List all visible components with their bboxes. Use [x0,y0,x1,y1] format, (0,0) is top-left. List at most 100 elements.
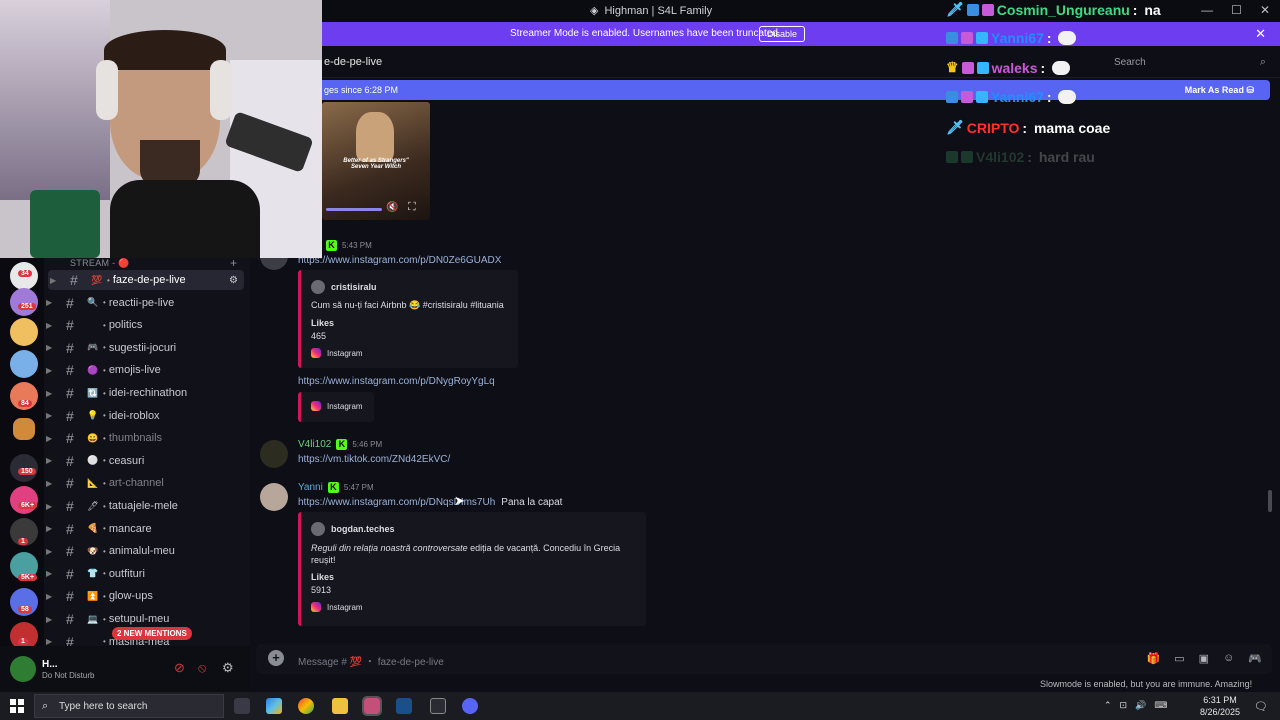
apps-icon[interactable]: 🎮 [1248,652,1262,665]
expand-arrow-icon[interactable]: ▶ [46,366,58,375]
instagram-embed[interactable]: bogdan.teches Reguli din relația noastră… [298,512,646,626]
message-author[interactable]: Yanni [298,482,323,493]
video-progress-bar[interactable] [326,208,382,211]
channel-item[interactable]: ▶ # 🐶 • animalul-meu [44,541,244,561]
search-icon: ⌕ [42,700,49,712]
category-stream[interactable]: STREAM - 🔴 [70,258,130,269]
stream-chat-overlay: 🗡 Cosmin_Ungureanu: na Yanni67: ♛ waleks… [946,0,1246,170]
user-avatar[interactable] [10,656,36,682]
expand-arrow-icon[interactable]: ▶ [46,456,58,465]
chat-scrollbar[interactable] [1268,490,1272,512]
attach-plus-icon[interactable]: + [268,650,284,666]
sticker-icon[interactable]: ▣ [1199,652,1209,665]
message-link[interactable]: https://www.instagram.com/p/DNygRoyYgLq [298,376,495,387]
expand-arrow-icon[interactable]: ▶ [46,343,58,352]
mute-mic-icon[interactable]: ⊘ [174,660,185,676]
new-mentions-badge[interactable]: 2 NEW MENTIONS [112,627,192,640]
channel-settings-icon[interactable]: ⚙ [229,275,238,286]
message-link[interactable]: https://www.instagram.com/p/DN0Ze6GUADX [298,255,501,266]
expand-arrow-icon[interactable]: ▶ [46,637,58,646]
file-explorer-icon[interactable] [332,698,348,714]
channel-item[interactable]: ▶ # 💻 • setupul-meu [44,609,244,629]
streaming-app-icon[interactable] [362,696,382,716]
channel-item[interactable]: ▶ # 🔍 • reactii-pe-live [44,293,244,313]
video-embed[interactable]: Better of as Strangers" Seven Year Witch… [322,102,430,220]
message-link[interactable]: https://vm.tiktok.com/ZNd42EkVC/ [298,454,450,465]
channel-emoji: 🟣 [87,364,99,375]
close-banner-icon[interactable]: ✕ [1255,26,1266,42]
expand-arrow-icon[interactable]: ▶ [46,524,58,533]
channel-item[interactable]: ▶ # 🍕 • mancare [44,519,244,539]
copilot-icon[interactable] [266,698,282,714]
hash-icon: # [66,475,74,492]
server-icon[interactable] [10,350,38,378]
network-icon[interactable]: ⊡ [1120,700,1128,711]
message-author[interactable]: V4li102 [298,439,331,450]
expand-arrow-icon[interactable]: ▶ [46,298,58,307]
hash-icon: # [66,452,74,469]
channel-item[interactable]: ▶ # • politics [44,315,244,335]
expand-arrow-icon[interactable]: ▶ [46,411,58,420]
channel-item[interactable]: ▶ # 👕 • outfituri [44,564,244,584]
avatar[interactable] [260,440,288,468]
message-list[interactable]: Better of as Strangers" Seven Year Witch… [252,100,1272,640]
expand-arrow-icon[interactable]: ▶ [46,389,58,398]
channel-item[interactable]: ▶ # 🖊 • tatuajele-mele [44,496,244,516]
expand-arrow-icon[interactable]: ▶ [46,479,58,488]
steam-icon[interactable] [396,698,412,714]
disable-streamer-mode-button[interactable]: Disable [759,26,806,42]
channel-item[interactable]: ▶ # 🟣 • emojis-live [44,360,244,380]
avatar[interactable] [260,483,288,511]
expand-arrow-icon[interactable]: ▶ [46,434,58,443]
channel-item[interactable]: ▶ # 💡 • idei-roblox [44,406,244,426]
channel-item[interactable]: ▶ # 😀 • thumbnails [44,428,244,448]
channel-item[interactable]: ▶ # ⚪ • ceasuri [44,451,244,471]
channel-item[interactable]: ▶ # 🔃 • idei-rechinathon [44,383,244,403]
volume-icon[interactable]: 🔊 [1135,700,1146,711]
close-window-button[interactable]: ✕ [1260,3,1270,17]
instagram-embed[interactable]: cristisiralu Cum să nu-ți faci Airbnb 😂 … [298,270,518,368]
embed-author[interactable]: bogdan.teches [331,524,395,534]
notification-icon[interactable]: 🗨 [1254,700,1268,713]
server-icon[interactable] [10,318,38,346]
system-clock[interactable]: 6:31 PM 8/26/2025 [1200,694,1240,718]
expand-arrow-icon[interactable]: ▶ [46,547,58,556]
server-icon[interactable] [10,486,38,514]
embed-author[interactable]: cristisiralu [331,282,377,292]
emoji-icon[interactable]: ☺ [1223,652,1234,665]
channel-item[interactable]: ▶ # 🎮 • sugestii-jocuri [44,338,244,358]
gift-icon[interactable]: 🎁 [1147,652,1161,665]
message-composer[interactable]: + Message # 💯 ・ faze-de-pe-live 🎁 ▭ ▣ ☺ … [256,644,1272,674]
expand-arrow-icon[interactable]: ▶ [46,321,58,330]
expand-arrow-icon[interactable]: ▶ [46,592,58,601]
discord-icon[interactable] [462,698,478,714]
message-input[interactable]: Message # 💯 ・ faze-de-pe-live [298,653,444,668]
tray-chevron-icon[interactable]: ⌃ [1104,700,1112,711]
expand-arrow-icon[interactable]: ▶ [46,502,58,511]
channel-emoji: ⚪ [87,455,99,466]
message-content: https://www.instagram.com/p/DNqsDIms7Uh P… [298,497,563,508]
message-link[interactable]: https://www.instagram.com/p/DNqsDIms7Uh [298,497,495,508]
channel-item[interactable]: ▶ # 💯 • faze-de-pe-live ⚙ [48,270,244,290]
server-folder-icon[interactable] [13,418,35,440]
fullscreen-icon[interactable]: ⛶ [408,201,416,214]
volume-icon[interactable]: 🔇 [386,202,398,213]
task-view-icon[interactable] [234,698,250,714]
expand-arrow-icon[interactable]: ▶ [46,615,58,624]
windows-start-icon[interactable] [10,699,24,713]
chrome-icon[interactable] [298,698,314,714]
server-icon[interactable] [10,288,38,316]
taskbar-search-input[interactable]: ⌕ Type here to search [34,694,224,718]
expand-arrow-icon[interactable]: ▶ [50,276,62,285]
add-channel-icon[interactable]: + [230,258,237,270]
channel-item[interactable]: ▶ # ⏫ • glow-ups [44,586,244,606]
channel-item[interactable]: ▶ # 📐 • art-channel [44,473,244,493]
settings-gear-icon[interactable]: ⚙ [222,660,234,676]
gif-icon[interactable]: ▭ [1174,652,1184,665]
slowmode-notice: Slowmode is enabled, but you are immune.… [1040,679,1253,689]
expand-arrow-icon[interactable]: ▶ [46,569,58,578]
deafen-icon[interactable]: ⦸ [198,660,206,676]
xbox-icon[interactable] [430,698,446,714]
instagram-embed[interactable]: Instagram [298,392,374,422]
language-icon[interactable]: ⌨ [1154,700,1167,711]
